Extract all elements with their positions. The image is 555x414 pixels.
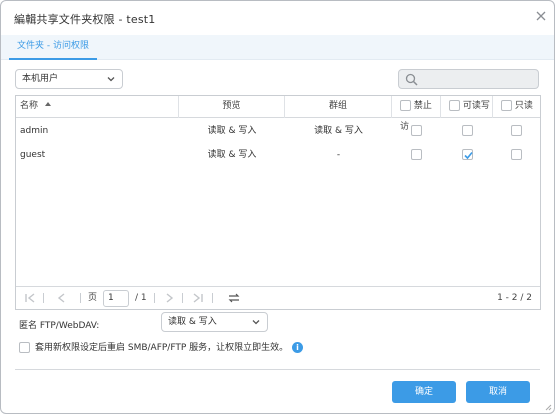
column-header-read-only-label: 只读 xyxy=(514,101,533,111)
chevron-down-icon xyxy=(107,77,115,82)
pager-divider xyxy=(212,293,213,303)
read-only-checkbox[interactable] xyxy=(511,149,522,160)
cancel-button[interactable]: 取消 xyxy=(466,381,530,403)
anonymous-ftp-label: 匿名 FTP/WebDAV: xyxy=(19,321,100,331)
row-preview: 读取 & 写入 xyxy=(207,150,257,160)
anonymous-ftp-select-value: 读取 & 写入 xyxy=(168,317,217,327)
row-read-write-cell xyxy=(441,119,493,143)
pagination-bar: 页 1 / 1 1 - 2 / 2 xyxy=(16,286,540,309)
edit-shared-folder-permissions-dialog: 編輯共享文件夹权限 - test1 文件夹 - 访问权限 本机用户 名称 预览 … xyxy=(0,0,555,414)
deny-checkbox[interactable] xyxy=(411,149,422,160)
close-icon[interactable] xyxy=(535,10,547,22)
permissions-table: 名称 预览 群组 禁止访 可读写 只读 admin 读取 & 写入 读取 & 写… xyxy=(15,95,541,310)
info-icon[interactable]: i xyxy=(292,342,303,353)
first-page-icon[interactable] xyxy=(24,292,36,304)
pager-divider xyxy=(182,293,183,303)
read-write-all-checkbox[interactable] xyxy=(449,100,460,111)
tab-bar: 文件夹 - 访问权限 xyxy=(1,35,554,60)
checkmark-icon xyxy=(463,151,473,160)
pager-divider xyxy=(43,293,44,303)
table-row[interactable]: guest 读取 & 写入 - xyxy=(16,143,540,167)
column-header-name-label: 名称 xyxy=(20,101,39,111)
column-header-read-write-label: 可读写 xyxy=(462,101,490,111)
table-header: 名称 预览 群组 禁止访 可读写 只读 xyxy=(16,96,540,132)
title-bar: 編輯共享文件夹权限 - test1 xyxy=(1,1,554,35)
read-only-all-checkbox[interactable] xyxy=(501,100,512,111)
dialog-title: 編輯共享文件夹权限 - test1 xyxy=(14,13,156,26)
user-type-select-value: 本机用户 xyxy=(22,74,59,84)
row-deny-cell xyxy=(392,143,441,167)
read-only-checkbox[interactable] xyxy=(511,125,522,136)
record-range: 1 - 2 / 2 xyxy=(497,293,532,303)
column-header-preview-label: 预览 xyxy=(222,101,241,111)
ok-button[interactable]: 确定 xyxy=(392,381,456,403)
read-write-checkbox[interactable] xyxy=(461,125,473,136)
refresh-icon[interactable] xyxy=(228,292,240,304)
column-header-preview[interactable]: 预览 xyxy=(179,96,285,118)
row-group: - xyxy=(336,150,341,160)
search-icon xyxy=(405,73,418,86)
pager-divider xyxy=(154,293,155,303)
deny-checkbox[interactable] xyxy=(411,125,422,136)
deny-all-checkbox[interactable] xyxy=(400,100,411,111)
column-header-read-write[interactable]: 可读写 xyxy=(441,96,493,118)
user-type-select[interactable]: 本机用户 xyxy=(15,69,123,89)
row-read-only-cell xyxy=(493,119,540,143)
resize-grip-icon[interactable] xyxy=(544,403,552,411)
row-read-write-cell xyxy=(441,143,493,167)
last-page-icon[interactable] xyxy=(192,292,204,304)
row-name: guest xyxy=(20,150,46,160)
tab-folder-access-permissions[interactable]: 文件夹 - 访问权限 xyxy=(9,35,97,60)
apply-restart-checkbox[interactable] xyxy=(19,342,30,353)
column-header-group[interactable]: 群组 xyxy=(285,96,392,118)
row-preview: 读取 & 写入 xyxy=(207,126,257,136)
anonymous-ftp-select[interactable]: 读取 & 写入 xyxy=(161,312,268,332)
chevron-down-icon xyxy=(252,320,260,325)
total-pages: / 1 xyxy=(135,293,147,303)
page-label: 页 xyxy=(88,293,98,303)
sort-ascending-icon xyxy=(44,102,51,106)
next-page-icon[interactable] xyxy=(163,292,175,304)
column-header-name[interactable]: 名称 xyxy=(16,96,179,118)
search-input[interactable] xyxy=(398,69,539,89)
row-group: 读取 & 写入 xyxy=(314,126,363,136)
table-row[interactable]: admin 读取 & 写入 读取 & 写入 xyxy=(16,119,540,143)
row-deny-cell xyxy=(392,119,441,143)
column-header-deny[interactable]: 禁止访 xyxy=(392,96,441,132)
read-write-checkbox[interactable] xyxy=(461,149,473,160)
previous-page-icon[interactable] xyxy=(56,292,68,304)
apply-restart-label: 套用新权限设定后重启 SMB/AFP/FTP 服务，让权限立即生效。 xyxy=(35,343,289,353)
column-header-group-label: 群组 xyxy=(328,101,347,111)
pager-divider xyxy=(80,293,81,303)
row-read-only-cell xyxy=(493,143,540,167)
footer-divider xyxy=(15,369,540,370)
page-number-input[interactable]: 1 xyxy=(103,290,129,307)
column-header-read-only[interactable]: 只读 xyxy=(493,96,540,118)
row-name: admin xyxy=(20,126,49,136)
